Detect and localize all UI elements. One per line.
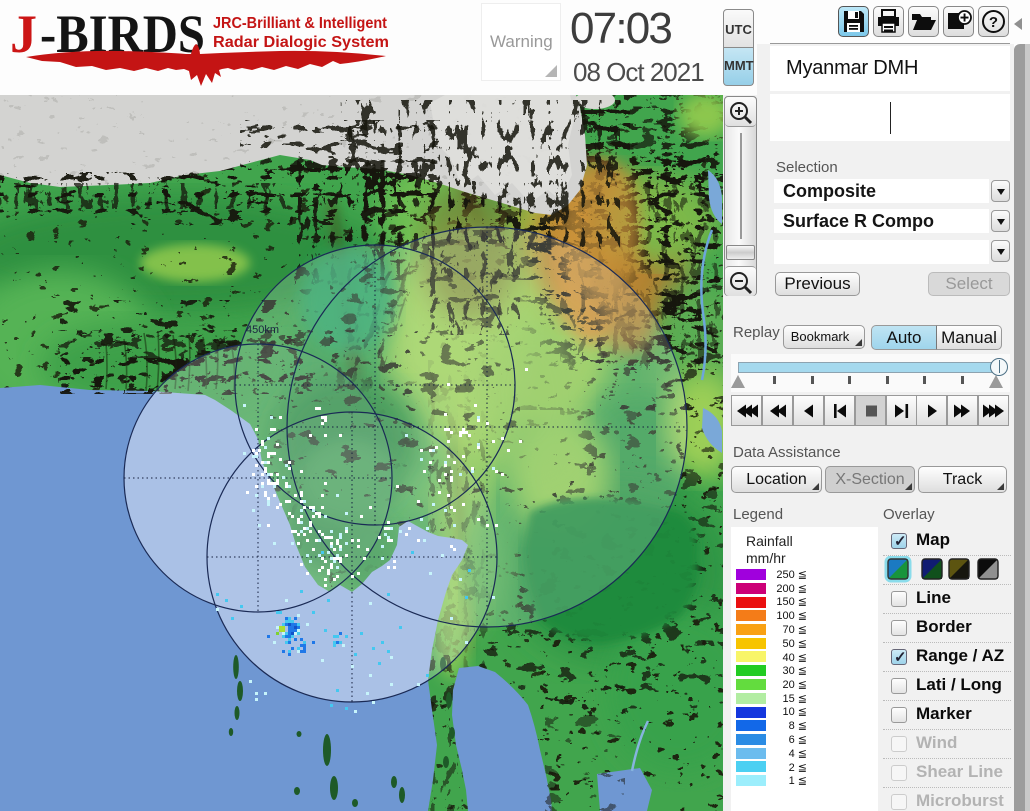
svg-text:?: ? <box>989 14 998 31</box>
svg-text:Radar Dialogic System: Radar Dialogic System <box>213 34 389 51</box>
svg-text:450km: 450km <box>246 324 279 336</box>
svg-text:J: J <box>10 4 37 64</box>
svg-text:JRC-Brilliant & Intelligent: JRC-Brilliant & Intelligent <box>213 15 388 32</box>
